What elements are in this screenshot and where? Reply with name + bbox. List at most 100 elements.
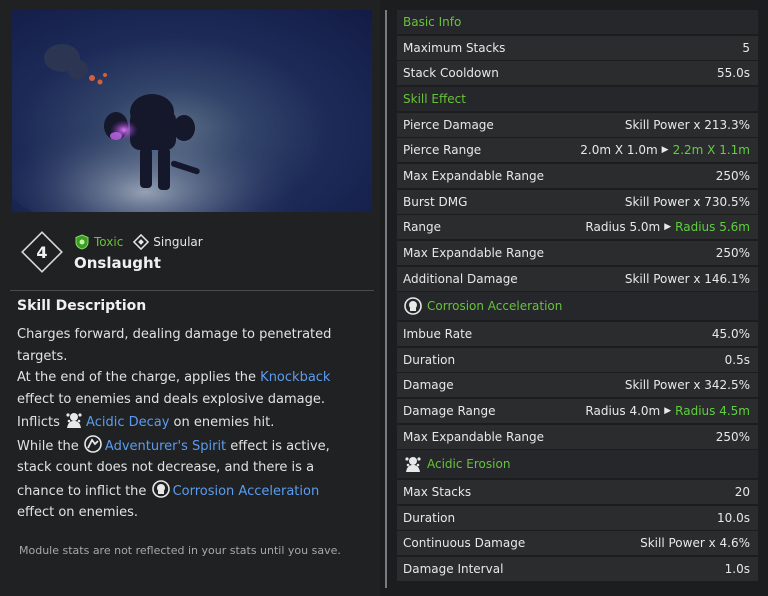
module-stats-note: Module stats are not reflected in your s…	[19, 544, 341, 557]
stat-label: Duration	[403, 352, 456, 367]
stat-value: 5	[742, 40, 750, 55]
description-line: effect on enemies.	[17, 505, 139, 520]
upgrade-arrow-icon: ▶	[661, 145, 669, 156]
stat-value: Skill Power x 4.6%	[640, 536, 750, 551]
stat-value: 45.0%	[711, 327, 750, 342]
stat-label: Additional Damage	[403, 271, 518, 286]
corrosion-acceleration-icon	[151, 479, 170, 498]
tag-singular-label: Singular	[153, 235, 203, 249]
stat-label: Max Expandable Range	[403, 169, 545, 184]
stat-value: 2.0m X 1.0m ▶ 2.2m X 1.1m	[580, 143, 750, 157]
stat-row-maximum-stacks: Maximum Stacks 5	[397, 35, 758, 60]
skill-detail-panel: 4 Toxic Singular Onslaught Skill Descrip…	[0, 0, 380, 596]
stat-value: 250%	[715, 246, 750, 261]
keyword-acidic-decay[interactable]: Acidic Decay	[86, 415, 169, 430]
skill-tags: Toxic Singular	[74, 232, 213, 252]
section-title: Acidic Erosion	[403, 454, 510, 474]
skill-artwork	[12, 10, 372, 212]
tag-toxic: Toxic	[74, 234, 123, 250]
section-title: Skill Effect	[403, 92, 466, 107]
panel-divider	[385, 10, 387, 588]
stat-old-value: Radius 4.0m	[585, 404, 661, 419]
stat-label: Continuous Damage	[403, 536, 526, 551]
skill-name: Onslaught	[74, 254, 161, 272]
stat-value: 55.0s	[717, 66, 750, 81]
stat-label: Max Expandable Range	[403, 429, 545, 444]
skill-description: Skill Description Charges forward, deali…	[17, 298, 369, 524]
toxic-icon	[75, 234, 89, 250]
stat-value: 0.5s	[724, 352, 750, 367]
stat-old-value: Radius 5.0m	[585, 220, 661, 235]
skill-header: 4 Toxic Singular Onslaught	[12, 222, 374, 288]
stat-new-value: Radius 5.6m	[675, 220, 750, 235]
stat-value: Skill Power x 213.3%	[624, 117, 750, 132]
stat-label: Pierce Damage	[403, 117, 494, 132]
stat-row-max-expandable-range: Max Expandable Range 250%	[397, 241, 758, 266]
description-line: Inflicts Acidic Decay on enemies hit.	[17, 410, 369, 434]
corrosion-acceleration-icon	[404, 297, 422, 316]
stat-new-value: 2.2m X 1.1m	[672, 143, 750, 158]
stat-row-damage: Damage Skill Power x 342.5%	[397, 373, 758, 398]
description-line: targets.	[17, 348, 68, 364]
acidic-decay-icon	[66, 413, 82, 428]
description-line: effect to enemies and deals explosive da…	[17, 391, 325, 407]
stat-label: Duration	[403, 510, 456, 525]
stat-value: 1.0s	[724, 562, 750, 577]
stat-row-damage-range: Damage Range Radius 4.0m ▶ Radius 4.5m	[397, 399, 758, 424]
stat-value: 250%	[715, 429, 750, 444]
stat-label: Burst DMG	[403, 194, 468, 209]
stat-row-damage-interval: Damage Interval 1.0s	[397, 557, 758, 582]
description-line: Charges forward, dealing damage to penet…	[17, 327, 332, 342]
stat-value: Radius 5.0m ▶ Radius 5.6m	[585, 220, 750, 234]
stat-row-continuous-damage: Continuous Damage Skill Power x 4.6%	[397, 531, 758, 556]
section-basic-info: Basic Info	[397, 10, 758, 34]
upgrade-arrow-icon: ▶	[664, 222, 672, 233]
stat-label: Stack Cooldown	[403, 66, 499, 81]
stats-panel: Basic Info Maximum Stacks 5 Stack Cooldo…	[397, 10, 758, 583]
skill-slot-badge: 4	[21, 231, 63, 273]
stat-value: 250%	[715, 169, 750, 184]
stat-row-pierce-range: Pierce Range 2.0m X 1.0m ▶ 2.2m X 1.1m	[397, 138, 758, 163]
skill-artwork-image	[12, 44, 332, 212]
section-corrosion-acceleration: Corrosion Acceleration	[397, 292, 758, 321]
stat-label: Maximum Stacks	[403, 40, 506, 55]
description-line: stack count does not decrease, and there…	[17, 460, 315, 475]
tag-singular: Singular	[133, 234, 203, 250]
skill-slot-number: 4	[36, 243, 47, 262]
stat-new-value: Radius 4.5m	[675, 404, 750, 419]
stat-value: Radius 4.0m ▶ Radius 4.5m	[585, 404, 750, 418]
stat-row-duration: Duration 0.5s	[397, 347, 758, 372]
stat-row-additional-damage: Additional Damage Skill Power x 146.1%	[397, 266, 758, 291]
stat-row-duration: Duration 10.0s	[397, 505, 758, 530]
keyword-corrosion-acceleration[interactable]: Corrosion Acceleration	[173, 484, 320, 499]
keyword-adventurers-spirit[interactable]: Adventurer's Spirit	[105, 439, 226, 454]
stat-label: Max Expandable Range	[403, 246, 545, 261]
stat-label: Max Stacks	[403, 485, 472, 500]
stat-value: Skill Power x 342.5%	[624, 378, 750, 393]
stat-old-value: 2.0m X 1.0m	[580, 143, 658, 158]
skill-description-title: Skill Description	[17, 298, 147, 314]
stat-label: Damage Range	[403, 404, 496, 419]
section-title: Basic Info	[403, 15, 462, 29]
stat-label: Pierce Range	[403, 143, 482, 158]
description-line: While the Adventurer's Spirit effect is …	[17, 434, 369, 458]
stat-value: Skill Power x 146.1%	[624, 271, 750, 286]
description-line: chance to inflict the Corrosion Accelera…	[17, 479, 369, 503]
stat-row-stack-cooldown: Stack Cooldown 55.0s	[397, 61, 758, 86]
header-divider	[10, 290, 374, 291]
acidic-erosion-icon	[405, 457, 421, 473]
upgrade-arrow-icon: ▶	[664, 406, 672, 417]
stat-row-pierce-damage: Pierce Damage Skill Power x 213.3%	[397, 112, 758, 137]
tag-toxic-label: Toxic	[94, 235, 124, 249]
keyword-knockback[interactable]: Knockback	[260, 370, 330, 385]
section-acidic-erosion: Acidic Erosion	[397, 450, 758, 479]
section-skill-effect: Skill Effect	[397, 87, 758, 112]
singular-icon	[133, 234, 150, 250]
stat-row-range: Range Radius 5.0m ▶ Radius 5.6m	[397, 215, 758, 240]
adventurers-spirit-icon	[84, 434, 102, 453]
stat-row-imbue-rate: Imbue Rate 45.0%	[397, 322, 758, 347]
stat-row-max-expandable-range: Max Expandable Range 250%	[397, 424, 758, 449]
description-line: At the end of the charge, applies the Kn…	[17, 370, 331, 385]
section-title: Corrosion Acceleration	[403, 296, 562, 316]
stat-row-max-stacks: Max Stacks 20	[397, 480, 758, 505]
